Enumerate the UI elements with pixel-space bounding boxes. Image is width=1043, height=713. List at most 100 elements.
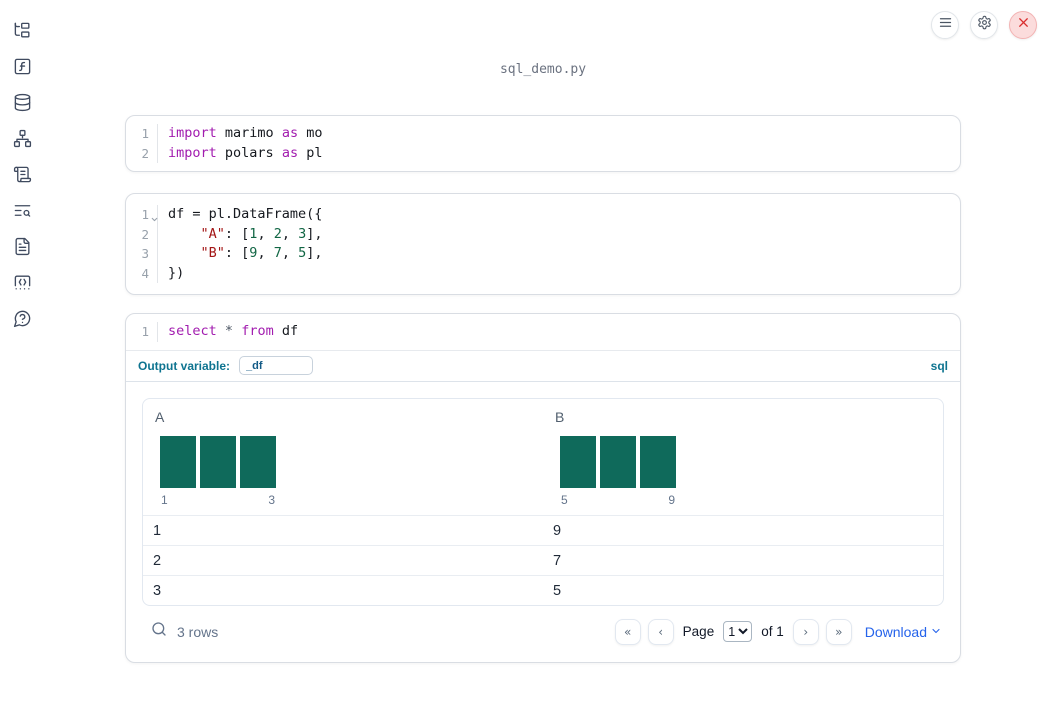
download-label: Download xyxy=(864,623,927,640)
datasources-database-icon xyxy=(13,93,32,117)
code-cell-dataframe[interactable]: 1 df = pl.DataFrame({2 "A": [1, 2, 3], 3 "… xyxy=(125,193,961,295)
histogram-bar xyxy=(560,435,596,488)
code-text: df = pl.DataFrame({ xyxy=(168,206,323,222)
sql-cell: 1 select * from df Output variable: sql A xyxy=(125,313,961,663)
line-number: 1 xyxy=(126,205,158,225)
chevron-down-icon xyxy=(930,623,942,640)
code-line[interactable]: 3 "B": [9, 7, 5], xyxy=(126,244,960,264)
pagination: « ‹ Page 1 of 1 › » Download xyxy=(614,618,942,645)
search-button[interactable] xyxy=(151,621,167,642)
sidebar-item-dependency-graph[interactable] xyxy=(12,129,32,153)
code-line[interactable]: 2 "A": [1, 2, 3], xyxy=(126,224,960,244)
search-icon xyxy=(151,621,167,642)
table-footer: 3 rows « ‹ Page 1 of 1 › » Download xyxy=(142,618,944,646)
notebook-filename: sql_demo.py xyxy=(499,62,587,77)
sql-cell-footer: Output variable: sql xyxy=(126,349,960,381)
code-text: "A": [1, 2, 3], xyxy=(200,225,323,242)
code-editor[interactable]: 1 import marimo as mo 2 import polars as pl xyxy=(126,124,960,163)
table-cell: 9 xyxy=(553,522,562,539)
dependency-graph-icon xyxy=(13,129,32,153)
histogram-bar xyxy=(160,435,196,488)
language-badge: sql xyxy=(930,358,948,373)
page-of-label: of 1 xyxy=(761,624,784,639)
variables-function-icon xyxy=(13,57,32,81)
line-number: 1 xyxy=(126,322,158,342)
table-cell: 5 xyxy=(553,582,562,599)
column-header-b[interactable]: B 5 9 xyxy=(543,399,943,515)
column-header-a[interactable]: A 1 3 xyxy=(143,399,543,515)
table-header: A 1 3 B 5 9 xyxy=(143,399,943,515)
snippets-code-icon xyxy=(13,273,32,297)
histogram-min-label: 5 xyxy=(561,492,568,507)
table-row[interactable]: 35 xyxy=(143,574,943,605)
sidebar-item-logs[interactable] xyxy=(12,165,32,189)
code-line[interactable]: 4}) xyxy=(126,263,960,283)
histogram-min-label: 1 xyxy=(161,492,168,507)
code-text: "B": [9, 7, 5], xyxy=(200,245,323,261)
settings-gear-icon xyxy=(977,15,992,35)
column-histogram: 1 3 xyxy=(160,435,276,507)
code-text: import marimo as mo xyxy=(168,125,323,141)
logs-scroll-icon xyxy=(13,165,32,189)
line-number: 1 xyxy=(126,124,158,144)
output-variable-label: Output variable: xyxy=(138,358,231,373)
column-name: A xyxy=(155,408,165,425)
code-cell-imports[interactable]: 1 import marimo as mo 2 import polars as pl xyxy=(125,115,961,172)
table-cell: 1 xyxy=(153,522,162,539)
line-number: 2 xyxy=(126,143,158,163)
line-number: 3 xyxy=(126,244,158,264)
last-page-button[interactable]: » xyxy=(825,618,852,645)
sidebar-item-help[interactable] xyxy=(12,309,32,333)
prev-page-button[interactable]: ‹ xyxy=(647,618,674,645)
histogram-max-label: 3 xyxy=(268,492,275,507)
file-explorer-tree-icon xyxy=(13,21,32,45)
code-line[interactable]: 1 df = pl.DataFrame({ xyxy=(126,205,960,225)
code-text: select * from df xyxy=(168,323,299,339)
first-page-button[interactable]: « xyxy=(614,618,641,645)
sidebar-item-outline[interactable] xyxy=(12,203,32,223)
code-line[interactable]: 1 import marimo as mo xyxy=(126,124,960,144)
marimo-app: sql_demo.py 1 import marimo as mo 2 import … xyxy=(0,0,1043,713)
histogram-bar xyxy=(240,435,276,488)
notebook-content: sql_demo.py 1 import marimo as mo 2 import … xyxy=(125,0,961,663)
page-select[interactable]: 1 xyxy=(723,621,753,642)
sql-code-editor[interactable]: 1 select * from df xyxy=(126,314,960,350)
code-line[interactable]: 1 select * from df xyxy=(126,322,960,342)
sidebar-item-datasources[interactable] xyxy=(12,93,32,117)
histogram-max-label: 9 xyxy=(668,492,675,507)
column-histogram: 5 9 xyxy=(560,435,676,507)
documentation-file-icon xyxy=(13,237,32,261)
help-chat-icon xyxy=(13,309,32,333)
table-cell: 2 xyxy=(153,552,162,569)
next-page-button[interactable]: › xyxy=(792,618,819,645)
histogram-bar xyxy=(200,435,236,488)
output-variable-input[interactable] xyxy=(239,356,314,375)
page-label: Page xyxy=(682,624,715,639)
sidebar-item-variables[interactable] xyxy=(12,57,32,81)
table-cell: 7 xyxy=(553,552,562,569)
table-cell: 3 xyxy=(153,582,162,599)
line-number: 4 xyxy=(126,263,158,283)
table-row[interactable]: 19 xyxy=(143,514,943,545)
sidebar-item-files[interactable] xyxy=(12,21,32,45)
line-number: 2 xyxy=(126,224,158,244)
download-button[interactable]: Download xyxy=(865,623,942,640)
code-line[interactable]: 2 import polars as pl xyxy=(126,143,960,163)
outline-search-icon xyxy=(13,201,32,225)
cell-output: A 1 3 B 5 9 1 9 2 7 3 5 3 rows « ‹ Page … xyxy=(126,380,960,662)
column-name: B xyxy=(555,408,565,425)
histogram-bar xyxy=(600,435,636,488)
dataframe-table: A 1 3 B 5 9 1 9 2 7 3 5 xyxy=(142,397,944,606)
table-row[interactable]: 27 xyxy=(143,544,943,575)
sidebar-item-documentation[interactable] xyxy=(12,237,32,261)
shutdown-close-icon xyxy=(1016,15,1031,35)
code-editor[interactable]: 1 df = pl.DataFrame({2 "A": [1, 2, 3], 3 "… xyxy=(126,205,960,283)
histogram-bar xyxy=(640,435,676,488)
settings-button[interactable] xyxy=(970,11,998,39)
sidebar xyxy=(0,0,44,713)
sidebar-item-snippets[interactable] xyxy=(12,275,32,295)
row-count: 3 rows xyxy=(177,623,219,640)
shutdown-button[interactable] xyxy=(1009,11,1037,39)
code-text: import polars as pl xyxy=(168,144,323,161)
code-text: }) xyxy=(168,264,185,281)
